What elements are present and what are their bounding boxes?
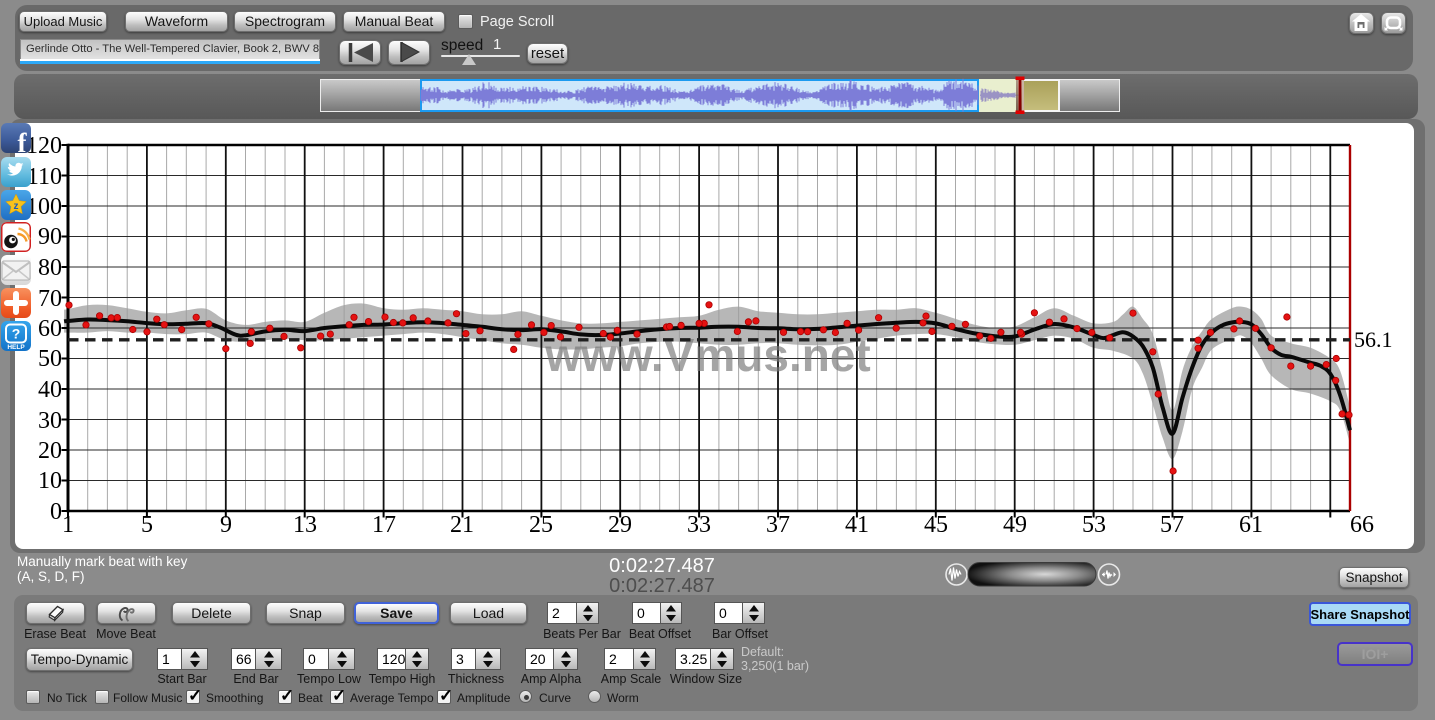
svg-text:?: ? bbox=[11, 326, 20, 342]
svg-text:z: z bbox=[13, 201, 18, 212]
svg-text:0: 0 bbox=[50, 499, 62, 525]
svg-text:110: 110 bbox=[27, 164, 62, 190]
svg-text:17: 17 bbox=[372, 512, 396, 538]
svg-text:30: 30 bbox=[38, 408, 62, 434]
svg-text:45: 45 bbox=[924, 512, 948, 538]
svg-text:90: 90 bbox=[38, 224, 62, 250]
svg-text:9: 9 bbox=[220, 512, 232, 538]
svg-text:70: 70 bbox=[38, 286, 62, 312]
svg-text:21: 21 bbox=[450, 512, 474, 538]
svg-text:10: 10 bbox=[38, 468, 62, 494]
svg-text:57: 57 bbox=[1160, 512, 1184, 538]
svg-text:100: 100 bbox=[26, 194, 62, 220]
svg-text:120: 120 bbox=[26, 133, 62, 159]
svg-text:40: 40 bbox=[38, 377, 62, 403]
svg-text:66: 66 bbox=[1350, 512, 1374, 538]
svg-text:29: 29 bbox=[608, 512, 632, 538]
svg-text:41: 41 bbox=[845, 512, 869, 538]
svg-text:49: 49 bbox=[1003, 512, 1027, 538]
svg-text:25: 25 bbox=[529, 512, 553, 538]
svg-text:5: 5 bbox=[141, 512, 153, 538]
svg-text:50: 50 bbox=[38, 346, 62, 372]
svg-text:80: 80 bbox=[38, 255, 62, 281]
svg-text:1: 1 bbox=[62, 512, 74, 538]
svg-text:13: 13 bbox=[293, 512, 317, 538]
svg-text:20: 20 bbox=[38, 438, 62, 464]
svg-text:56.1: 56.1 bbox=[1354, 327, 1393, 352]
svg-text:HELP: HELP bbox=[7, 344, 25, 351]
svg-text:33: 33 bbox=[687, 512, 711, 538]
svg-text:60: 60 bbox=[38, 316, 62, 342]
svg-text:61: 61 bbox=[1239, 512, 1263, 538]
svg-text:37: 37 bbox=[766, 512, 790, 538]
svg-text:53: 53 bbox=[1082, 512, 1106, 538]
